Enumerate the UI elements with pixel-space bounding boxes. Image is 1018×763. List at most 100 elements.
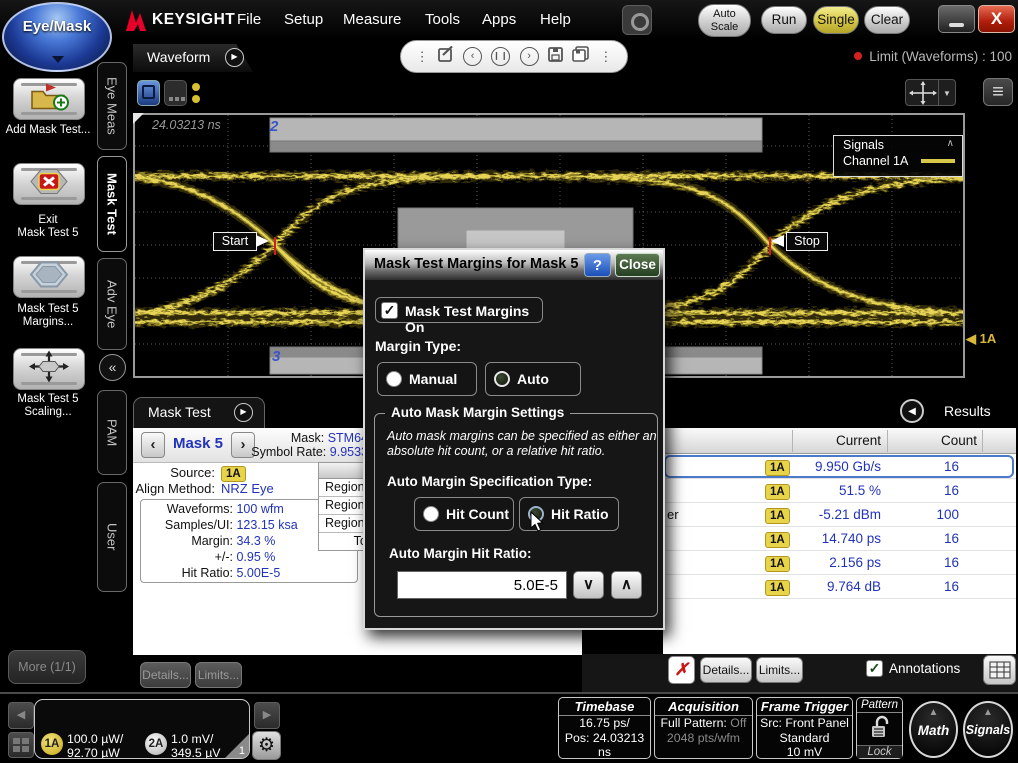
previous-icon[interactable]: ‹ [463,47,482,66]
grid-layout-button[interactable] [164,80,187,106]
auto-scale-button[interactable]: Auto Scale [698,4,751,37]
sidebar-tab-adv-eye[interactable]: Adv Eye [97,258,127,350]
decrement-button[interactable]: ∨ [573,571,604,599]
minimize-button[interactable] [938,5,975,33]
mask-scaling-icon [27,351,71,388]
math-up-icon: ▲ [911,708,956,718]
manual-radio[interactable] [386,371,402,387]
mask-value: STM64 [328,431,368,445]
add-mask-test-button[interactable] [13,78,85,120]
mask-panel-play-icon[interactable]: ▶ [234,403,253,422]
increment-button[interactable]: ∧ [611,571,642,599]
manual-radio-option[interactable]: Manual [377,362,477,396]
math-button[interactable]: ▲ Math [909,701,958,758]
channel-marker[interactable]: ◀ 1A [966,331,996,347]
prev-mask-button[interactable]: ‹ [141,432,165,458]
results-limits-button[interactable]: Limits... [756,657,803,683]
signals-legend[interactable]: Signals ∧ Channel 1A [833,135,963,177]
hit-count-radio[interactable] [423,506,439,522]
waveform-menu-button[interactable]: ≡ [983,78,1013,106]
mask-region-top-label: 2 [270,118,278,135]
display-mode-button[interactable] [137,80,160,106]
waveform-tab-play-icon[interactable]: ▶ [225,48,244,67]
save-icon[interactable] [548,47,563,67]
clear-button[interactable]: Clear [864,6,910,34]
results-title: Results [944,403,991,419]
channel-2a-badge[interactable]: 2A [145,733,167,755]
channels-grid-button[interactable] [8,732,34,758]
result-row[interactable]: 1A 9.764 dB 16 [663,575,1016,599]
margins-on-option[interactable]: ✓ Mask Test Margins On [375,297,543,323]
mask-margins-button[interactable] [13,256,85,298]
hit-count-radio-option[interactable]: Hit Count [414,497,514,531]
result-source-badge: 1A [765,578,790,596]
signals-legend-channel-row[interactable]: Channel 1A [834,152,962,168]
more-button[interactable]: More (1/1) [8,650,86,684]
sidebar-tab-mask-test[interactable]: Mask Test [97,156,127,252]
save-all-icon[interactable] [572,46,590,67]
annotation-table-button[interactable] [983,655,1016,685]
run-button[interactable]: Run [761,6,807,34]
annotations-checkbox[interactable]: ✓ [866,660,883,677]
result-row[interactable]: 1A 51.5 % 16 [663,479,1016,503]
mask-details-button[interactable]: Details... [140,662,191,688]
next-icon[interactable]: › [520,47,539,66]
column-header-current[interactable]: Current [793,433,881,448]
drag-handle-icon[interactable]: ⋮ [599,49,612,65]
drag-handle-icon[interactable]: ⋮ [416,49,429,65]
result-row[interactable]: 1A 14.740 ps 16 [663,527,1016,551]
mask-start-label[interactable]: Start [213,232,257,251]
menu-setup[interactable]: Setup [284,11,323,28]
pan-zoom-button[interactable] [905,79,939,106]
auto-radio-option[interactable]: Auto [485,362,581,396]
delete-measurement-button[interactable]: ✗ [668,656,695,684]
result-row[interactable]: 1A 2.156 ps 16 [663,551,1016,575]
timebase-box[interactable]: Timebase 16.75 ps/ Pos: 24.03213 ns [558,697,651,759]
tab-mask-test-panel[interactable]: Mask Test ▶ [133,397,265,428]
sidebar-tab-eye-meas[interactable]: Eye Meas [97,62,127,150]
mask-region-top[interactable] [270,118,762,152]
channels-prev-button[interactable]: ◀ [8,702,34,729]
dialog-help-button[interactable]: ? [584,253,611,277]
mask-limits-button[interactable]: Limits... [195,662,242,688]
mask-margins-label: Mask Test 5 Margins... [0,303,96,329]
result-count: 16 [889,459,959,474]
pan-zoom-dropdown[interactable]: ▼ [939,79,956,106]
exit-label-line1: Exit [0,214,96,227]
result-row[interactable]: er 1A -5.21 dBm 100 [663,503,1016,527]
menu-tools[interactable]: Tools [425,11,460,28]
legend-collapse-icon[interactable]: ∧ [947,138,954,149]
acquisition-box[interactable]: Acquisition Full Pattern: Off 2048 pts/w… [654,697,753,759]
single-button[interactable]: Single [813,6,859,34]
close-window-button[interactable]: X [978,5,1015,33]
channel-1a-badge[interactable]: 1A [41,733,63,755]
result-row[interactable]: 1A 9.950 Gb/s 16 [663,455,1016,479]
channel-settings-button[interactable]: ⚙ [252,731,281,760]
pause-icon[interactable]: ❙❙ [491,47,510,66]
column-header-count[interactable]: Count [889,433,977,448]
channel-info-box[interactable]: 1A 100.0 µW/ 92.70 µW 2A 1.0 mV/ 349.5 µ… [34,699,250,759]
mask-scaling-button[interactable] [13,348,85,390]
sidebar-collapse-button[interactable]: « [99,354,126,381]
pattern-lock-button[interactable]: Pattern Lock [856,697,903,759]
margins-on-checkbox[interactable]: ✓ [381,302,398,319]
auto-radio[interactable] [494,371,510,387]
menu-help[interactable]: Help [540,11,571,28]
hit-ratio-input[interactable] [397,571,567,599]
channels-next-button[interactable]: ▶ [254,702,280,729]
signals-button[interactable]: ▲ Signals [963,701,1013,758]
results-details-button[interactable]: Details... [700,657,752,683]
menu-file[interactable]: File [237,11,261,28]
dialog-titlebar[interactable]: Mask Test Margins for Mask 5 ? Close [365,250,663,280]
sidebar-tab-user[interactable]: User [97,482,127,592]
menu-apps[interactable]: Apps [482,11,516,28]
menu-measure[interactable]: Measure [343,11,401,28]
results-collapse-button[interactable]: ◀ [900,399,924,423]
exit-mask-test-button[interactable] [13,163,85,205]
mask-stop-label[interactable]: Stop [786,232,828,251]
sidebar-tab-pam[interactable]: PAM [97,390,127,475]
camera-icon[interactable] [622,5,652,35]
annotate-icon[interactable] [438,46,454,67]
dialog-close-button[interactable]: Close [615,253,660,277]
frame-trigger-box[interactable]: Frame Trigger Src: Front Panel Standard … [756,697,853,759]
